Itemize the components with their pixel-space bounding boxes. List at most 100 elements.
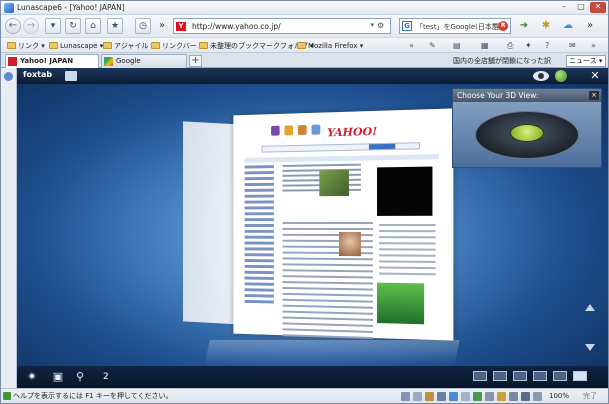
back-icon[interactable]: ← <box>5 18 21 34</box>
home-icon[interactable]: ⌂ <box>85 18 101 34</box>
status-tool-icon[interactable] <box>461 392 470 401</box>
extend-icon[interactable]: » <box>583 19 597 33</box>
settings-icon[interactable]: ✦ <box>525 40 532 52</box>
scroll-up-arrow-icon[interactable] <box>585 304 595 311</box>
close-button[interactable]: ✕ <box>590 2 606 13</box>
preview-ad-box <box>377 166 433 216</box>
yahoo-favicon-icon <box>8 57 17 66</box>
dropdown-chevron-icon[interactable]: ▾ <box>45 18 61 34</box>
nav-toolbar: ← → ▾ ↻ ⌂ ★ ◷ » Y http://www.yahoo.co.jp… <box>1 15 608 37</box>
preview-category-list <box>244 165 277 306</box>
search-icon[interactable]: ⚲ <box>73 370 87 384</box>
preview-reflection <box>204 340 460 366</box>
star-menu-icon[interactable]: ✱ <box>539 19 553 33</box>
bookmark-folder[interactable]: リンクバー ▾ <box>151 40 202 52</box>
tab-bar: Yahoo! JAPAN Google + 国内の全店舗が閉鎖になった訳 ニュー… <box>1 53 608 68</box>
layout-option[interactable] <box>533 371 547 381</box>
browser-window: Lunascape6 - [Yahoo! JAPAN] – □ ✕ ← → ▾ … <box>0 0 609 404</box>
search-box[interactable]: G 「test」をGoogle(日本語) ▾ R <box>399 18 511 34</box>
bookmarks-bar: リンク ▾ Lunascape ▾ アジャイル ▾ リンクバー ▾ 未整理のブッ… <box>1 37 608 53</box>
bookmark-folder[interactable]: アジャイル ▾ <box>103 40 154 52</box>
site-favicon-icon: Y <box>176 22 186 31</box>
forward-icon[interactable]: → <box>23 18 39 34</box>
eye-icon[interactable] <box>533 71 549 81</box>
news-ticker[interactable]: 国内の全店舗が閉鎖になった訳 <box>453 55 551 67</box>
tab-label: Yahoo! JAPAN <box>20 57 74 65</box>
new-tab-button[interactable]: + <box>189 55 202 67</box>
foxtab-close-icon[interactable]: ✕ <box>589 69 601 82</box>
zoom-icon[interactable] <box>533 392 542 401</box>
address-bar[interactable]: Y http://www.yahoo.co.jp/ ▾ ⚙ <box>173 18 391 34</box>
lock-icon[interactable] <box>497 392 506 401</box>
star-icon[interactable]: ★ <box>107 18 123 34</box>
status-tool-icon[interactable] <box>449 392 458 401</box>
sidebar-toggle-icon[interactable] <box>4 72 13 81</box>
status-tool-icon[interactable] <box>485 392 494 401</box>
reload-icon[interactable]: ↻ <box>65 18 81 34</box>
news-dropdown[interactable]: ニュース ▾ <box>566 55 606 67</box>
tools-icon[interactable]: ✎ <box>429 40 436 52</box>
history-icon[interactable]: ◷ <box>135 18 151 34</box>
status-tool-icon[interactable] <box>437 392 446 401</box>
help-icon[interactable]: ? <box>545 40 549 52</box>
search-engine-icon[interactable]: G <box>402 21 412 31</box>
preview-photo <box>319 169 349 197</box>
foxtab-view: foxtab ✕ YAHOO! Choose Your 3D View: × ✷… <box>17 68 608 388</box>
layout-option[interactable] <box>513 371 527 381</box>
status-tool-icon[interactable] <box>413 392 422 401</box>
preview-service-icons <box>271 124 321 136</box>
status-tool-icon[interactable] <box>425 392 434 401</box>
eye-icon[interactable] <box>521 392 530 401</box>
tab-google[interactable]: Google <box>101 54 187 68</box>
preview-side-lines <box>379 223 436 279</box>
bookmark-folder[interactable]: Mozilla Firefox ▾ <box>297 40 363 52</box>
search-stop-button[interactable]: R <box>498 21 508 31</box>
foxtab-bottom-bar: ✷ ▣ ⚲ 2 <box>17 366 608 388</box>
address-input[interactable]: http://www.yahoo.co.jp/ <box>192 22 281 31</box>
window-title: Lunascape6 - [Yahoo! JAPAN] <box>17 3 125 12</box>
gear-icon[interactable]: ✷ <box>25 370 39 384</box>
more-bookmarks-icon[interactable]: » <box>409 40 414 52</box>
go-arrow-icon[interactable]: ➜ <box>517 19 531 33</box>
briefcase-icon[interactable]: ▣ <box>51 370 65 384</box>
search-dropdown-icon[interactable]: ▾ <box>492 21 496 29</box>
tab-yahoo[interactable]: Yahoo! JAPAN <box>5 54 99 68</box>
print-icon[interactable]: ⎙ <box>507 40 513 52</box>
search-input[interactable]: 「test」をGoogle(日本語) <box>416 22 502 32</box>
view-chooser-title: Choose Your 3D View: <box>453 89 601 102</box>
status-tool-icon[interactable] <box>509 392 518 401</box>
status-message: ヘルプを表示するには F1 キーを押してください。 <box>13 392 173 400</box>
layout-option[interactable] <box>473 371 487 381</box>
cloud-icon[interactable]: ☁ <box>561 19 575 33</box>
layout-option[interactable] <box>493 371 507 381</box>
layout-option[interactable] <box>553 371 567 381</box>
foxtab-toolbar: foxtab ✕ <box>17 68 608 84</box>
preview-search-button <box>368 143 396 150</box>
page-icon[interactable]: ▤ <box>453 40 461 52</box>
scroll-down-arrow-icon[interactable] <box>585 344 595 351</box>
view-dial[interactable] <box>475 111 579 159</box>
preview-menu <box>244 154 439 163</box>
side-gutter <box>1 68 17 388</box>
foxtab-logo: foxtab <box>23 70 53 79</box>
layout-option-selected[interactable] <box>573 371 587 381</box>
address-dropdown-icon[interactable]: ▾ <box>370 21 374 29</box>
status-bar: ヘルプを表示するには F1 キーを押してください。 100% 完了 <box>1 388 608 403</box>
more-icon[interactable]: » <box>155 19 169 33</box>
extend-icon[interactable]: » <box>591 40 596 52</box>
minimize-button[interactable]: – <box>556 2 572 13</box>
tab-preview-yahoo[interactable]: YAHOO! <box>233 108 454 341</box>
layout-icon[interactable]: ▦ <box>481 40 489 52</box>
zoom-level[interactable]: 100% <box>549 391 569 402</box>
gear-icon[interactable]: ⚙ <box>377 21 388 31</box>
mail-icon[interactable]: ✉ <box>569 40 576 52</box>
bookmark-folder[interactable]: Lunascape ▾ <box>49 40 103 52</box>
globe-icon[interactable] <box>555 70 567 82</box>
view-chooser-close-icon[interactable]: × <box>589 91 599 100</box>
folder-icon[interactable] <box>65 71 77 81</box>
status-tool-icon[interactable] <box>473 392 482 401</box>
view-dial-center[interactable] <box>510 124 544 142</box>
bookmark-folder[interactable]: リンク ▾ <box>7 40 45 52</box>
status-tool-icon[interactable] <box>401 392 410 401</box>
maximize-button[interactable]: □ <box>573 2 589 13</box>
